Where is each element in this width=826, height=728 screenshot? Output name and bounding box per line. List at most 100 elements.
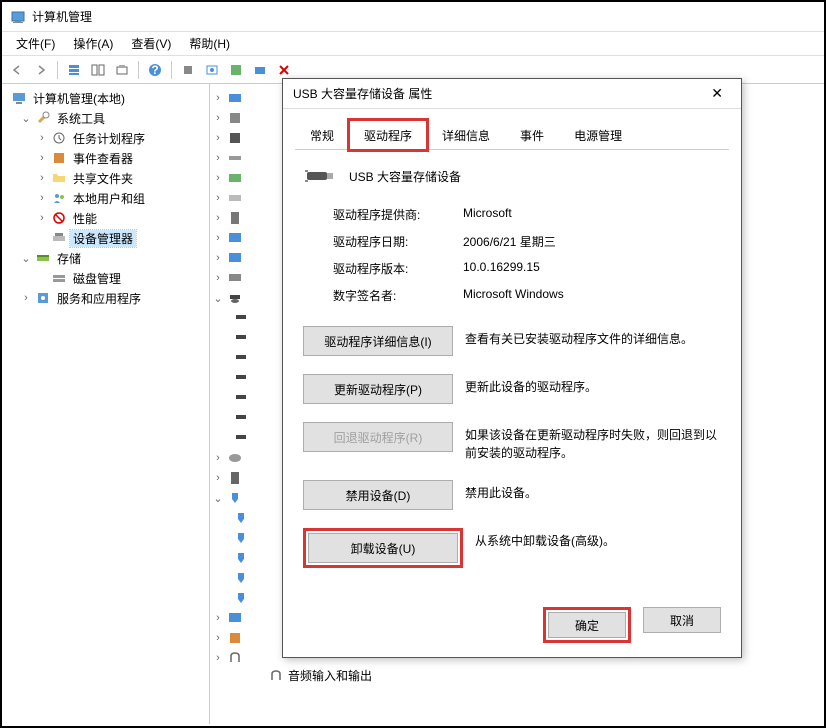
device-item[interactable] <box>212 508 268 528</box>
close-button[interactable]: ✕ <box>703 81 731 106</box>
expand-icon[interactable]: › <box>36 192 48 204</box>
back-button[interactable] <box>6 59 28 81</box>
device-category[interactable]: › <box>212 268 268 288</box>
users-icon <box>51 190 67 206</box>
tree-shared-folders[interactable]: ›共享文件夹 <box>4 168 207 188</box>
device-category[interactable]: › <box>212 208 268 228</box>
collapse-icon[interactable]: ⌄ <box>20 112 32 125</box>
help-button[interactable]: ? <box>144 59 166 81</box>
tab-power[interactable]: 电源管理 <box>559 120 637 150</box>
usb-device-icon <box>303 164 335 188</box>
device-item[interactable] <box>212 568 268 588</box>
device-name-label: USB 大容量存储设备 <box>349 168 461 185</box>
tree-system-tools[interactable]: ⌄系统工具 <box>4 108 207 128</box>
cancel-button[interactable]: 取消 <box>643 607 721 633</box>
device-category[interactable]: › <box>212 448 268 468</box>
uninstall-device-button[interactable]: 卸载设备(U) <box>308 533 458 563</box>
signer-label: 数字签名者: <box>333 287 463 304</box>
nav-tree: 计算机管理(本地) ⌄系统工具 ›任务计划程序 ›事件查看器 ›共享文件夹 ›本… <box>2 84 210 724</box>
disable-device-desc: 禁用此设备。 <box>465 480 721 502</box>
tree-root[interactable]: 计算机管理(本地) <box>4 88 207 108</box>
performance-icon <box>51 210 67 226</box>
update-driver-button[interactable]: 更新驱动程序(P) <box>303 374 453 404</box>
device-item[interactable] <box>212 528 268 548</box>
toolbar-btn-1[interactable] <box>63 59 85 81</box>
toolbar-sep <box>57 61 58 79</box>
toolbar-btn-8[interactable] <box>249 59 271 81</box>
device-category[interactable]: ⌄ <box>212 488 268 508</box>
tab-details[interactable]: 详细信息 <box>427 120 505 150</box>
provider-label: 驱动程序提供商: <box>333 206 463 223</box>
collapse-icon[interactable]: ⌄ <box>20 252 32 265</box>
dialog-title-text: USB 大容量存储设备 属性 <box>293 85 432 102</box>
device-item[interactable] <box>212 548 268 568</box>
tree-disk-mgmt[interactable]: 磁盘管理 <box>4 268 207 288</box>
expand-icon[interactable]: › <box>36 212 48 224</box>
audio-icon <box>268 668 284 684</box>
tab-events[interactable]: 事件 <box>505 120 559 150</box>
toolbar-btn-5[interactable] <box>177 59 199 81</box>
tree-device-manager[interactable]: 设备管理器 <box>4 228 207 248</box>
toolbar-btn-6[interactable] <box>201 59 223 81</box>
device-category[interactable]: › <box>212 188 268 208</box>
menu-help[interactable]: 帮助(H) <box>181 33 238 54</box>
device-item[interactable] <box>212 328 268 348</box>
device-category[interactable]: › <box>212 628 268 648</box>
device-category[interactable]: › <box>212 608 268 628</box>
services-icon <box>35 290 51 306</box>
device-item[interactable] <box>212 388 268 408</box>
tree-local-users[interactable]: ›本地用户和组 <box>4 188 207 208</box>
toolbar-btn-2[interactable] <box>87 59 109 81</box>
tree-services-apps[interactable]: ›服务和应用程序 <box>4 288 207 308</box>
tree-task-scheduler[interactable]: ›任务计划程序 <box>4 128 207 148</box>
tab-driver[interactable]: 驱动程序 <box>349 120 427 150</box>
expand-icon[interactable]: › <box>36 152 48 164</box>
driver-details-button[interactable]: 驱动程序详细信息(I) <box>303 326 453 356</box>
date-label: 驱动程序日期: <box>333 233 463 250</box>
device-category[interactable]: › <box>212 128 268 148</box>
device-item[interactable] <box>212 348 268 368</box>
tree-event-viewer[interactable]: ›事件查看器 <box>4 148 207 168</box>
device-category[interactable]: › <box>212 88 268 108</box>
tree-performance[interactable]: ›性能 <box>4 208 207 228</box>
device-item[interactable] <box>212 308 268 328</box>
toolbar-sep <box>171 61 172 79</box>
signer-value: Microsoft Windows <box>463 287 564 304</box>
device-category[interactable]: › <box>212 468 268 488</box>
forward-button[interactable] <box>30 59 52 81</box>
device-item[interactable] <box>212 588 268 608</box>
clock-icon <box>51 130 67 146</box>
device-category[interactable]: ⌄ <box>212 288 268 308</box>
device-item[interactable] <box>212 368 268 388</box>
toolbar-btn-3[interactable] <box>111 59 133 81</box>
expand-icon[interactable]: › <box>36 132 48 144</box>
bottom-device-item[interactable]: 音频输入和输出 <box>268 667 372 684</box>
tree-storage[interactable]: ⌄存储 <box>4 248 207 268</box>
driver-info: 驱动程序提供商:Microsoft 驱动程序日期:2006/6/21 星期三 驱… <box>333 206 721 304</box>
device-category[interactable]: › <box>212 228 268 248</box>
tools-icon <box>35 110 51 126</box>
device-category[interactable]: › <box>212 248 268 268</box>
date-value: 2006/6/21 星期三 <box>463 233 556 250</box>
tab-general[interactable]: 常规 <box>295 120 349 150</box>
ok-button[interactable]: 确定 <box>548 612 626 638</box>
disable-device-button[interactable]: 禁用设备(D) <box>303 480 453 510</box>
device-category[interactable]: › <box>212 108 268 128</box>
provider-value: Microsoft <box>463 206 512 223</box>
ok-highlight: 确定 <box>543 607 631 643</box>
device-category[interactable]: › <box>212 168 268 188</box>
device-category[interactable]: › <box>212 148 268 168</box>
folder-icon <box>51 170 67 186</box>
device-list: › › › › › › › › › › ⌄ › › ⌄ › <box>210 84 270 724</box>
device-item[interactable] <box>212 428 268 448</box>
expand-icon[interactable]: › <box>20 292 32 304</box>
device-item[interactable] <box>212 408 268 428</box>
menu-view[interactable]: 查看(V) <box>123 33 179 54</box>
device-category[interactable]: › <box>212 648 268 668</box>
svg-text:?: ? <box>151 63 158 77</box>
storage-icon <box>35 250 51 266</box>
menu-action[interactable]: 操作(A) <box>65 33 121 54</box>
toolbar-btn-7[interactable] <box>225 59 247 81</box>
menu-file[interactable]: 文件(F) <box>8 33 63 54</box>
expand-icon[interactable]: › <box>36 172 48 184</box>
